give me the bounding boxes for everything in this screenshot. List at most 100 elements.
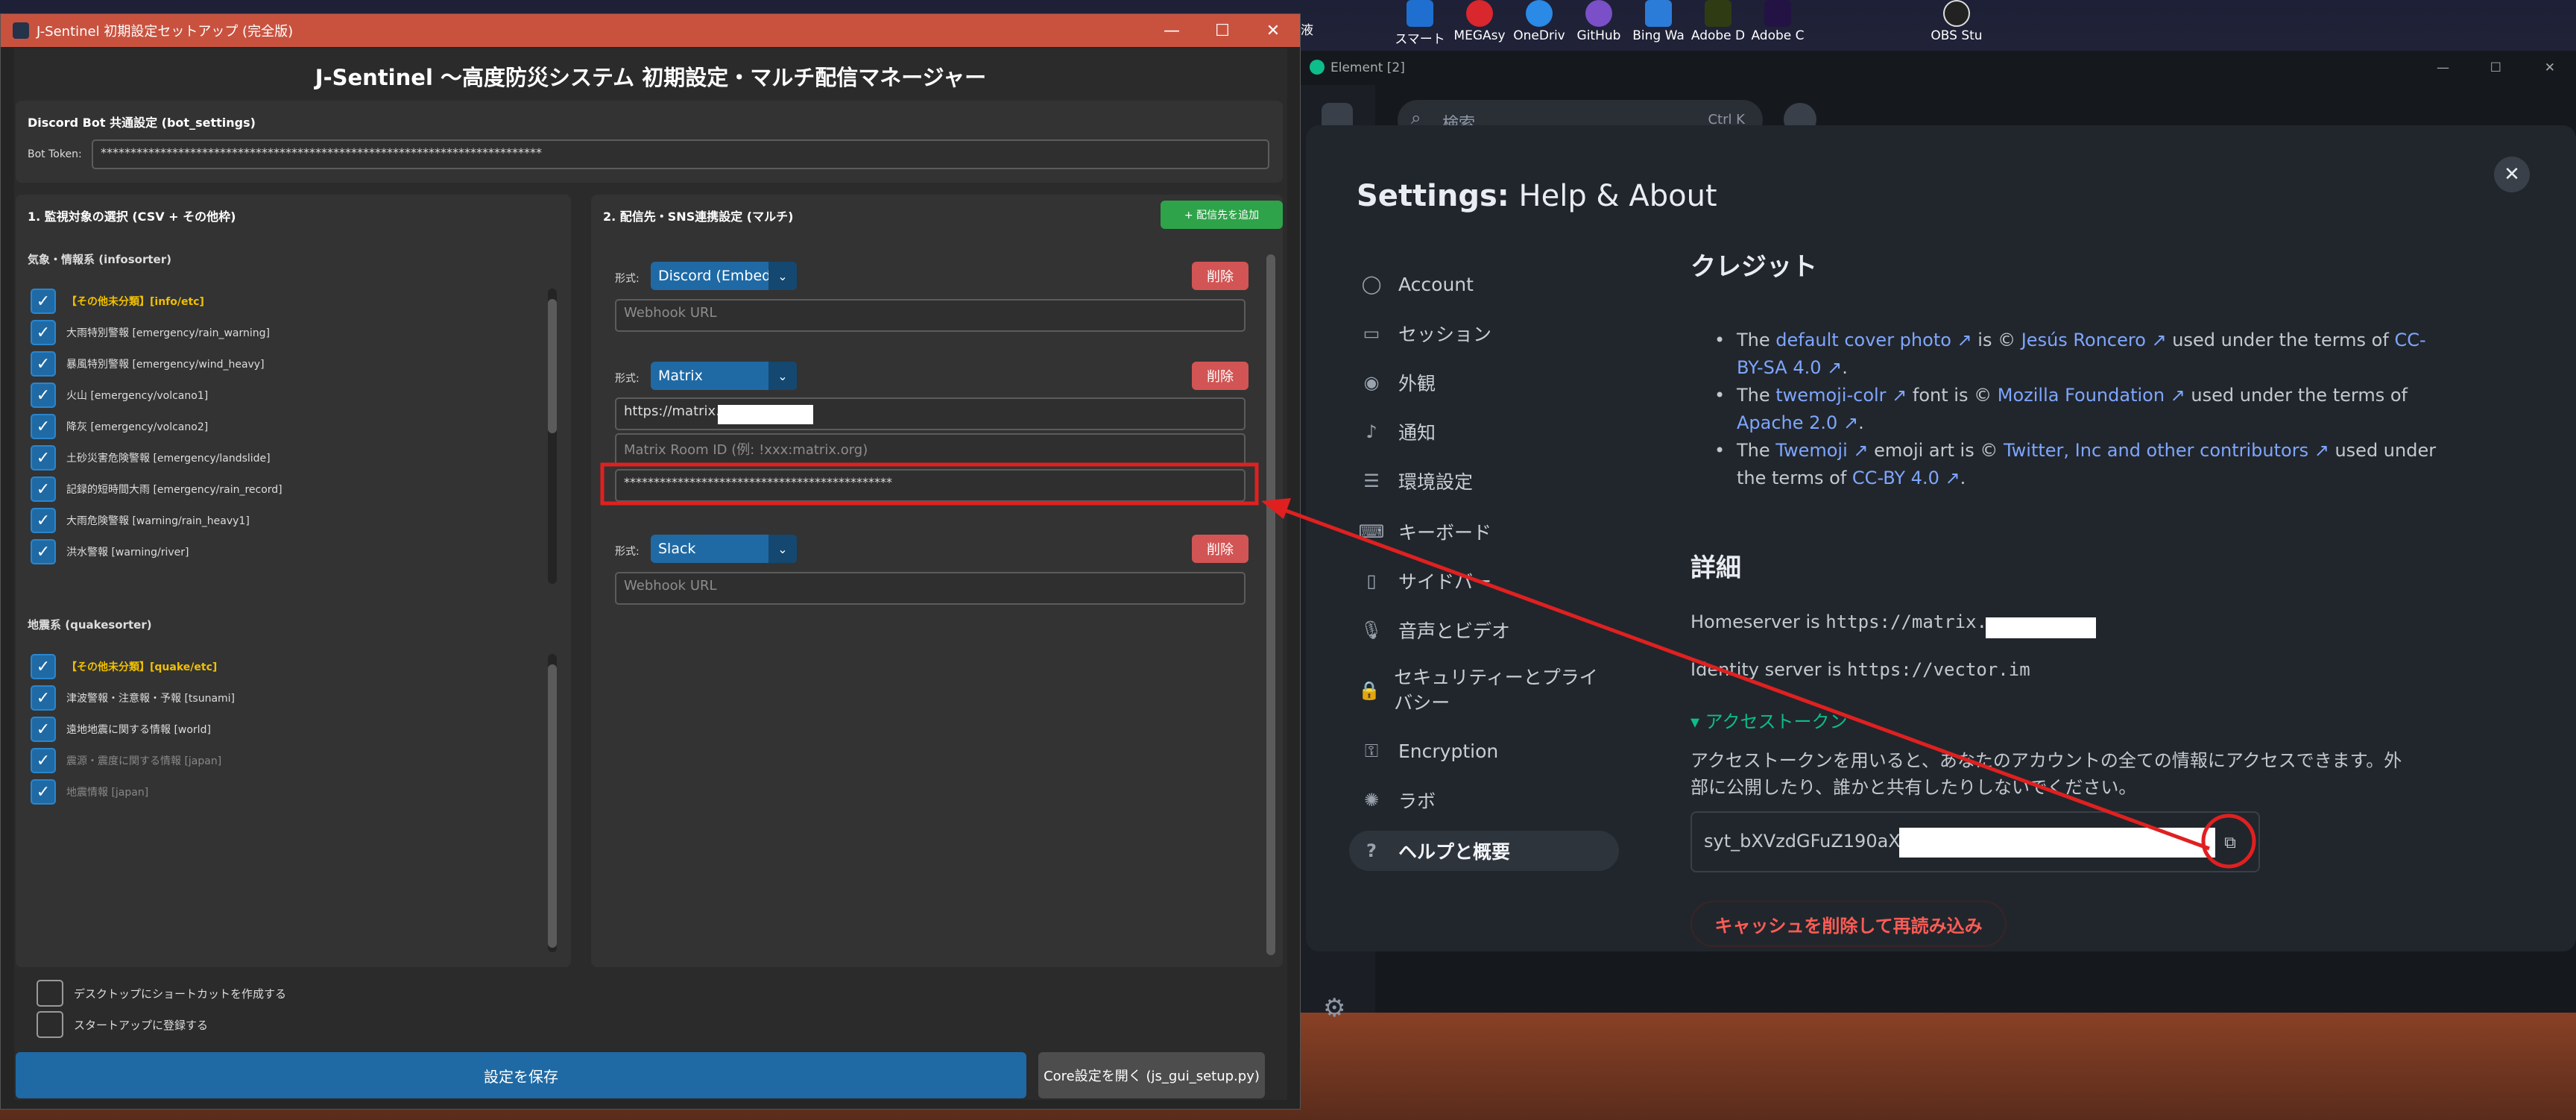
link-jesus-roncero[interactable]: Jesús Roncero [2021,330,2146,350]
checkmark-icon[interactable]: ✓ [31,717,56,742]
save-settings-button[interactable]: 設定を保存 [16,1052,1026,1098]
matrix-room-id-input[interactable]: Matrix Room ID (例: !xxx:matrix.org) [615,433,1246,466]
external-link-icon: ↗ [1847,440,1869,461]
settings-nav-item[interactable]: 🎙 音声とビデオ [1358,610,1510,650]
settings-nav-item[interactable]: ☰ 環境設定 [1358,461,1473,501]
settings-nav-item[interactable]: ⚿ Encryption [1358,731,1498,771]
settings-nav-item[interactable]: ◯ Account [1358,264,1474,304]
bot-token-input[interactable]: ****************************************… [92,139,1269,169]
checkmark-icon[interactable]: ✓ [31,685,56,711]
target-checkbox-row[interactable]: ✓ 火山 [emergency/volcano1] [31,383,208,408]
target-checkbox-row[interactable]: ✓ 【その他未分類】[info/etc] [31,289,204,314]
delete-destination-button[interactable]: 削除 [1192,362,1248,390]
delete-destination-button[interactable]: 削除 [1192,262,1248,290]
settings-nav-item[interactable]: 🔒 セキュリティーとプライバシー [1358,664,1611,717]
settings-nav-item[interactable]: ◉ 外観 [1358,362,1436,403]
preferences-icon: ☰ [1363,471,1380,491]
element-minimize-button[interactable]: — [2437,60,2449,75]
taskbar-item-bing[interactable]: Bing Wa [1629,0,1688,43]
weather-list-scrollbar[interactable] [548,289,557,584]
target-checkbox-row[interactable]: ✓ 大雨危険警報 [warning/rain_heavy1] [31,508,250,533]
quake-scroll-thumb[interactable] [548,664,557,948]
target-checkbox-label: 暴風特別警報 [emergency/wind_heavy] [66,359,265,371]
open-core-settings-button[interactable]: Core設定を開く (js_gui_setup.py) [1038,1052,1265,1098]
target-checkbox-row[interactable]: ✓ 大雨特別警報 [emergency/rain_warning] [31,320,270,345]
clear-cache-button[interactable]: キャッシュを削除して再読み込み [1690,901,2007,947]
target-checkbox-row[interactable]: ✓ 遠地地震に関する情報 [world] [31,717,211,742]
chevron-down-icon: ⌄ [768,262,797,290]
shortcut-option[interactable]: デスクトップにショートカットを作成する [37,980,286,1007]
jsentinel-window: J-Sentinel 初期設定セットアップ (完全版) — ☐ ✕ J-Sent… [0,13,1301,1110]
checkmark-icon[interactable]: ✓ [31,748,56,773]
target-checkbox-row[interactable]: ✓ 津波警報・注意報・予報 [tsunami] [31,685,235,711]
matrix-access-token-input[interactable]: ****************************************… [615,469,1246,502]
access-token-toggle[interactable]: ▾ アクセストークン [1690,707,1847,733]
settings-nav-item[interactable]: ⌨ キーボード [1358,512,1491,552]
settings-nav-item[interactable]: ▯ サイドバー [1358,561,1491,601]
close-button[interactable]: ✕ [1248,14,1298,47]
webhook-url-input[interactable]: Webhook URL [615,572,1246,605]
checkmark-icon[interactable]: ✓ [31,445,56,471]
add-destination-button[interactable]: + 配信先を追加 [1161,201,1283,229]
shortcut-checkbox[interactable] [37,980,63,1007]
taskbar-item-mega[interactable]: MEGAsy [1450,0,1509,43]
target-checkbox-row[interactable]: ✓ 洪水警報 [warning/river] [31,539,189,564]
checkmark-icon[interactable]: ✓ [31,414,56,439]
destinations-scrollbar[interactable] [1266,254,1275,955]
target-checkbox-row[interactable]: ✓ 記録的短時間大雨 [emergency/rain_record] [31,476,282,502]
checkmark-icon[interactable]: ✓ [31,476,56,502]
external-link-icon: ↗ [2145,330,2167,350]
startup-checkbox[interactable] [37,1011,63,1038]
target-checkbox-row[interactable]: ✓ 地震情報 [japan] [31,779,148,805]
taskbar-item-obs[interactable]: OBS Stu [1927,0,1986,43]
target-checkbox-row[interactable]: ✓ 土砂災害危険警報 [emergency/landslide] [31,445,271,471]
target-checkbox-row[interactable]: ✓ 震源・震度に関する情報 [japan] [31,748,221,773]
checkmark-icon[interactable]: ✓ [31,383,56,408]
settings-gear-icon[interactable]: ⚙ [1323,993,1345,1023]
maximize-button[interactable]: ☐ [1198,14,1247,47]
target-checkbox-label: 震源・震度に関する情報 [japan] [66,755,222,767]
link-default-cover-photo[interactable]: default cover photo [1775,330,1951,350]
jsentinel-window-title: J-Sentinel 初期設定セットアップ (完全版) [37,24,294,40]
checkmark-icon[interactable]: ✓ [31,289,56,314]
destination-type-select[interactable]: Slack ⌄ [651,535,797,563]
taskbar-item-adobe-dw[interactable]: Adobe D [1688,0,1748,43]
checkmark-icon[interactable]: ✓ [31,320,56,345]
matrix-homeserver-input[interactable]: https://matrix. [615,397,1246,430]
destinations-scroll-thumb[interactable] [1266,254,1275,955]
checkmark-icon[interactable]: ✓ [31,508,56,533]
dialog-close-button[interactable]: ✕ [2494,157,2530,192]
bot-token-label: Bot Token: [28,148,82,160]
settings-nav-item[interactable]: ♪ 通知 [1358,412,1436,452]
taskbar-item-adobe-c[interactable]: Adobe C [1748,0,1808,43]
element-close-button[interactable]: ✕ [2545,60,2555,75]
link-twemoji-colr[interactable]: twemoji-colr [1775,385,1886,406]
checkmark-icon[interactable]: ✓ [31,654,56,679]
taskbar-item-github[interactable]: GitHub [1569,0,1629,43]
delete-destination-button[interactable]: 削除 [1192,535,1248,563]
link-twemoji[interactable]: Twemoji [1775,440,1847,461]
link-mozilla-foundation[interactable]: Mozilla Foundation [1998,385,2165,406]
destination-type-select[interactable]: Matrix ⌄ [651,362,797,390]
checkmark-icon[interactable]: ✓ [31,351,56,377]
checkmark-icon[interactable]: ✓ [31,539,56,564]
target-checkbox-row[interactable]: ✓ 降灰 [emergency/volcano2] [31,414,208,439]
copy-icon[interactable]: ⧉ [2217,829,2244,856]
link-cc-by[interactable]: CC-BY 4.0 [1852,468,1939,488]
webhook-url-input[interactable]: Webhook URL [615,299,1246,332]
minimize-button[interactable]: — [1147,14,1196,47]
link-twitter[interactable]: Twitter, Inc and other contributors [2004,440,2308,461]
checkmark-icon[interactable]: ✓ [31,779,56,805]
taskbar-item-onedrive[interactable]: OneDriv [1509,0,1569,43]
weather-scroll-thumb[interactable] [548,299,557,433]
target-checkbox-row[interactable]: ✓ 【その他未分類】[quake/etc] [31,654,217,679]
destination-type-select[interactable]: Discord (Embed) ⌄ [651,262,797,290]
element-maximize-button[interactable]: ☐ [2490,60,2501,75]
settings-nav-item[interactable]: ? ヘルプと概要 [1349,831,1619,871]
link-apache[interactable]: Apache 2.0 [1737,412,1837,433]
settings-nav-item[interactable]: ✺ ラボ [1358,780,1436,820]
startup-option[interactable]: スタートアップに登録する [37,1011,208,1038]
settings-nav-item[interactable]: ▭ セッション [1358,313,1491,353]
quake-list-scrollbar[interactable] [548,654,557,952]
target-checkbox-row[interactable]: ✓ 暴風特別警報 [emergency/wind_heavy] [31,351,265,377]
